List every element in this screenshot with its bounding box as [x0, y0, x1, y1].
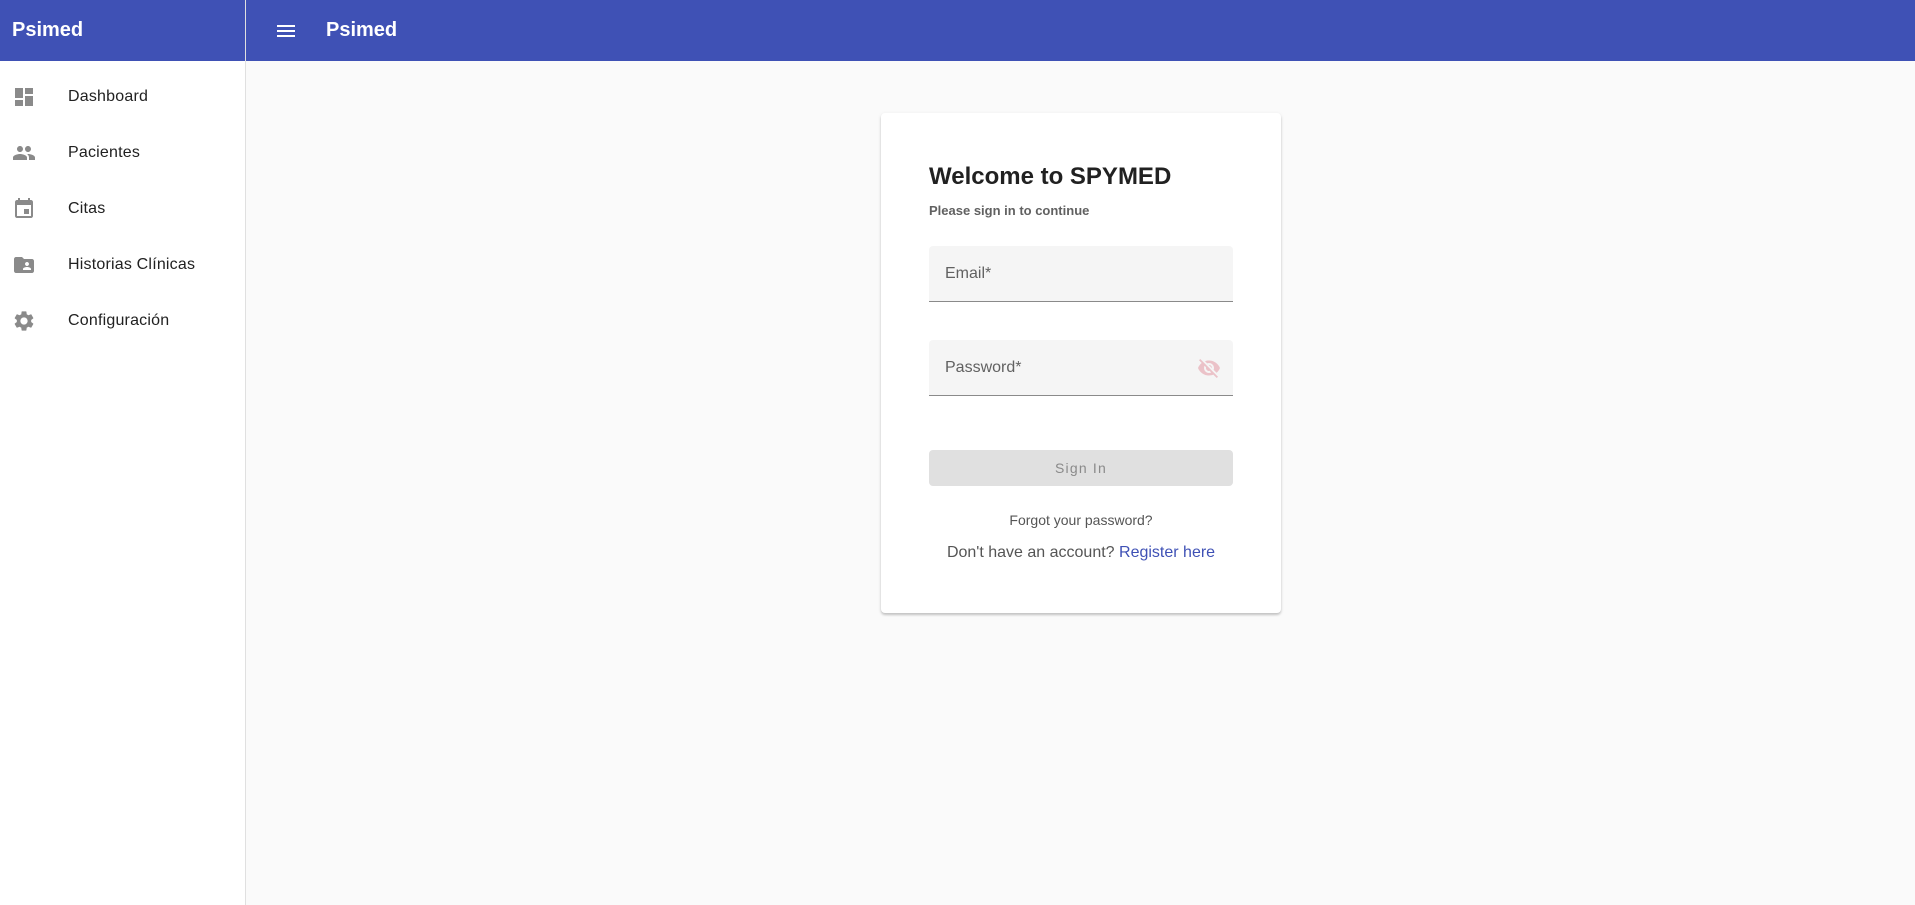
settings-icon — [0, 309, 68, 333]
sidebar-item-label: Pacientes — [68, 144, 141, 161]
forgot-password-link[interactable]: Forgot your password? — [929, 512, 1233, 528]
sidebar-item-historias[interactable]: Historias Clínicas — [0, 237, 245, 293]
register-link[interactable]: Register here — [1119, 544, 1215, 561]
sidebar: Psimed Dashboard Pacientes Citas Histori… — [0, 0, 246, 905]
register-prompt: Don't have an account? — [946, 544, 1115, 561]
sidebar-item-label: Citas — [68, 200, 106, 217]
password-input[interactable] — [945, 358, 1185, 377]
sidebar-item-dashboard[interactable]: Dashboard — [0, 69, 245, 125]
visibility-off-icon[interactable] — [1197, 356, 1221, 380]
people-icon — [0, 141, 68, 165]
register-row: Don't have an account? Register here — [929, 544, 1233, 562]
menu-button[interactable] — [266, 11, 306, 51]
calendar-icon — [0, 197, 68, 221]
folder-shared-icon — [0, 253, 68, 277]
menu-icon — [277, 24, 295, 37]
login-card: Welcome to SPYMED Please sign in to cont… — [881, 113, 1281, 613]
email-field — [929, 246, 1233, 302]
sidebar-item-label: Dashboard — [68, 88, 149, 105]
login-title: Welcome to SPYMED — [929, 163, 1172, 190]
dashboard-icon — [0, 85, 68, 109]
sidebar-item-label: Configuración — [68, 312, 170, 329]
sidebar-item-label: Historias Clínicas — [68, 256, 196, 273]
sign-in-button[interactable]: Sign In — [929, 450, 1233, 486]
sidebar-nav: Dashboard Pacientes Citas Historias Clín… — [0, 61, 245, 349]
sidebar-item-configuracion[interactable]: Configuración — [0, 293, 245, 349]
password-field — [929, 340, 1233, 396]
top-app-bar: Psimed — [246, 0, 1915, 61]
email-input[interactable] — [945, 264, 1185, 283]
sidebar-item-citas[interactable]: Citas — [0, 181, 245, 237]
page-title: Psimed — [326, 19, 398, 41]
login-subtitle: Please sign in to continue — [929, 203, 1090, 218]
sidebar-brand: Psimed — [0, 0, 245, 61]
sidebar-item-pacientes[interactable]: Pacientes — [0, 125, 245, 181]
